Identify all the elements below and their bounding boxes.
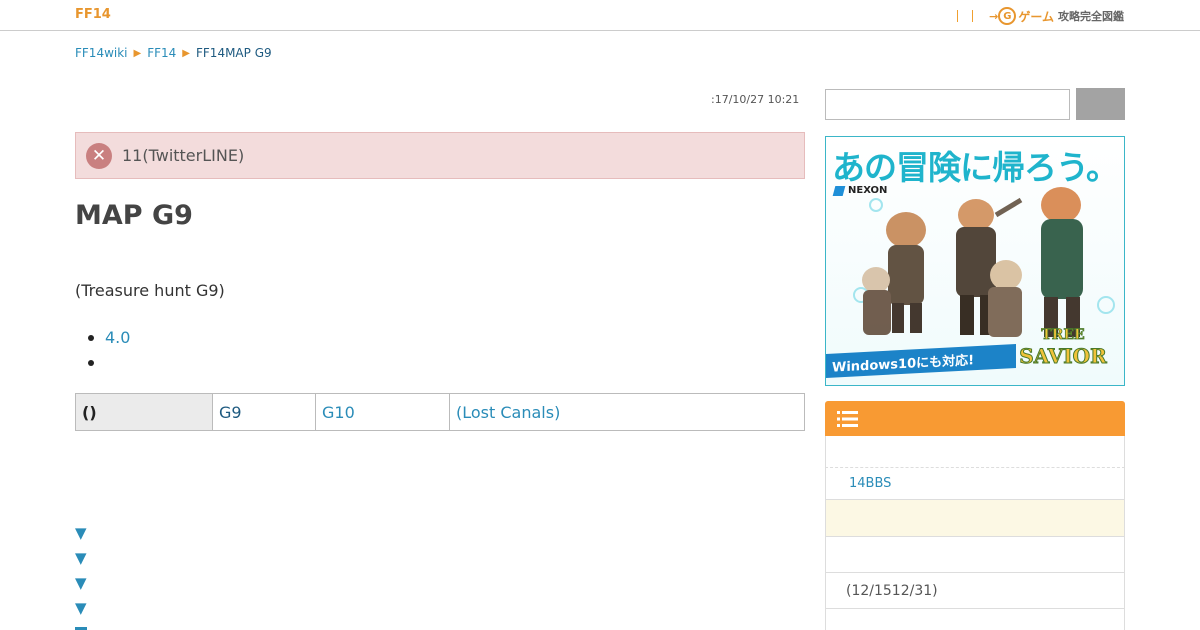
list-link-patch[interactable]: 4.0 — [105, 328, 130, 347]
header-separator — [972, 10, 974, 22]
page-subtitle: (Treasure hunt G9) — [75, 281, 225, 300]
breadcrumb-item-ff14[interactable]: FF14 — [147, 46, 176, 60]
list-item: 4.0 — [88, 325, 130, 350]
warning-banner: ✕ 11(TwitterLINE) — [75, 132, 805, 179]
top-header: FF14 → G ゲーム 攻略完全図鑑 — [0, 0, 1200, 31]
breadcrumb-item-home[interactable]: FF14wiki — [75, 46, 128, 60]
logo-arrow-icon: → — [989, 9, 999, 23]
logo-kanji-text: 攻略完全図鑑 — [1058, 10, 1124, 23]
menu-header — [825, 401, 1125, 436]
svg-text:SAVIOR: SAVIOR — [1019, 344, 1107, 368]
search-input[interactable] — [825, 89, 1070, 120]
breadcrumb-arrow-icon: ▶ — [133, 47, 142, 59]
sidebar-menu-item-highlight[interactable] — [825, 500, 1125, 537]
page-title: MAP G9 — [75, 200, 193, 231]
tree-of-savior-logo: TREE SAVIOR — [1019, 327, 1108, 369]
sidebar-menu-item[interactable] — [825, 537, 1125, 573]
next-map-link[interactable]: G10 — [322, 403, 355, 422]
sidebar-menu-item-date: (12/1512/31) — [825, 573, 1125, 609]
down-arrow-icon[interactable]: ▼ — [75, 548, 87, 573]
breadcrumb: FF14wiki ▶ FF14 ▶ FF14MAP G9 — [75, 46, 272, 60]
logo-game-text: ゲーム — [1018, 9, 1054, 24]
section-nav-arrows: ▼ ▼ ▼ ▼ — [75, 523, 87, 623]
down-arrow-icon[interactable]: ▼ — [75, 573, 87, 598]
sidebar-menu-item[interactable] — [825, 436, 1125, 468]
site-title[interactable]: FF14 — [75, 7, 111, 22]
advertisement-banner[interactable]: あの冒険に帰ろう。 NEXON Windows10にも対応! TREE SAVI… — [825, 136, 1125, 386]
down-arrow-icon[interactable]: ▼ — [75, 523, 87, 548]
gamewith-logo[interactable]: → G ゲーム 攻略完全図鑑 — [989, 7, 1124, 25]
sidebar-menu-item[interactable] — [825, 609, 1125, 630]
list-item — [88, 350, 130, 375]
update-timestamp: :17/10/27 10:21 — [711, 93, 800, 106]
bullet-icon — [88, 334, 94, 341]
link-list: 4.0 — [88, 325, 130, 375]
breadcrumb-item-current: FF14MAP G9 — [196, 46, 272, 60]
header-right: → G ゲーム 攻略完全図鑑 — [957, 4, 1124, 28]
sidebar-menu: 14BBS (12/1512/31) — [825, 436, 1125, 630]
bullet-icon — [88, 359, 94, 366]
breadcrumb-arrow-icon: ▶ — [182, 47, 190, 59]
location-link[interactable]: (Lost Canals) — [456, 403, 560, 422]
current-map-cell: G9 — [212, 393, 316, 431]
close-circle-icon: ✕ — [86, 142, 112, 169]
warning-text: 11(TwitterLINE) — [122, 146, 245, 165]
search-button[interactable] — [1076, 88, 1125, 120]
header-separator — [957, 10, 959, 22]
sidebar-menu-item-bbs[interactable]: 14BBS — [825, 468, 1125, 500]
list-icon — [837, 410, 858, 427]
sidebar-menu-label: (12/1512/31) — [846, 582, 938, 599]
logo-circle-icon: G — [998, 7, 1017, 25]
sidebar-menu-label[interactable]: 14BBS — [849, 476, 891, 491]
table-header-cell: () — [75, 393, 213, 431]
location-cell: (Lost Canals) — [449, 393, 805, 431]
map-nav-table: () G9 G10 (Lost Canals) — [75, 393, 805, 431]
svg-text:TREE: TREE — [1041, 327, 1084, 343]
next-map-cell: G10 — [315, 393, 450, 431]
table-row: () G9 G10 (Lost Canals) — [75, 393, 805, 431]
down-arrow-icon[interactable]: ▼ — [75, 598, 87, 623]
